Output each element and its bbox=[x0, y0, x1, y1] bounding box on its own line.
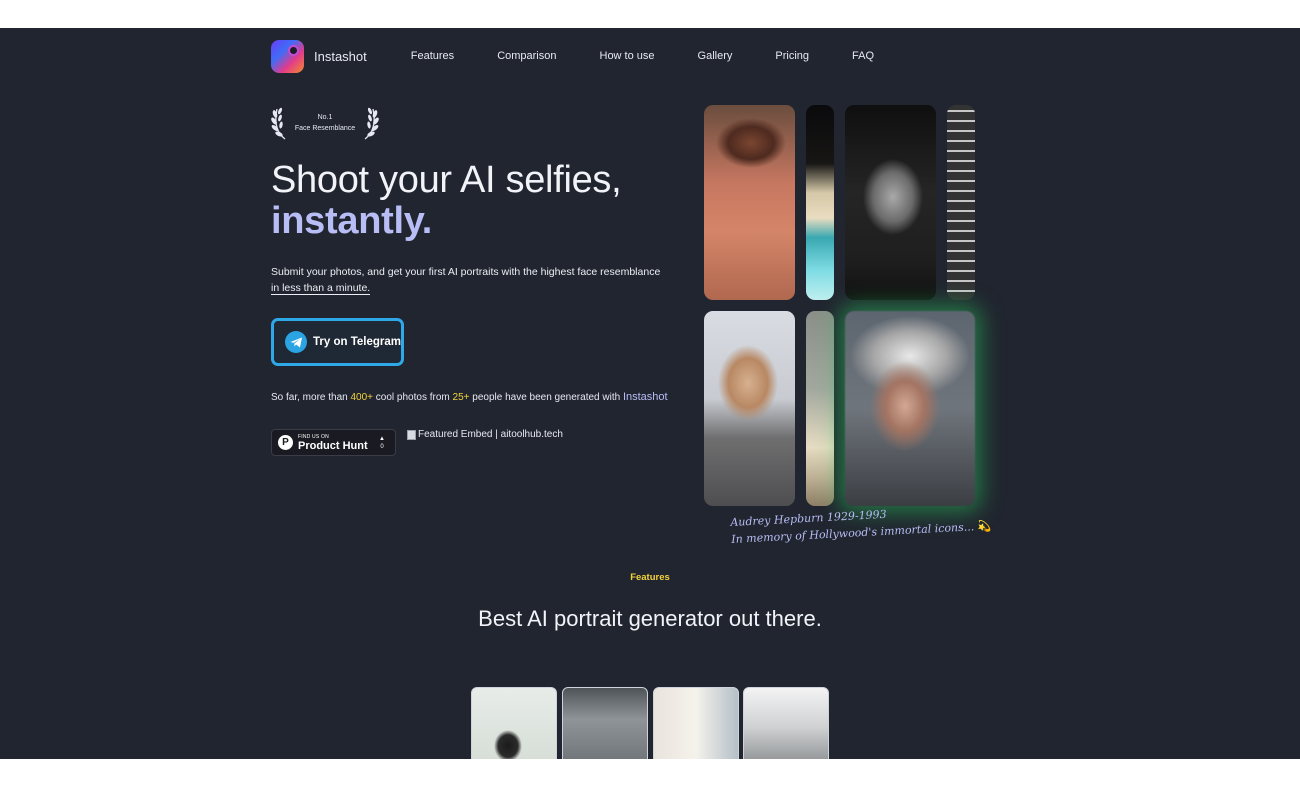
laurel-right-icon bbox=[364, 107, 379, 140]
brand-name[interactable]: Instashot bbox=[314, 49, 367, 64]
award-badge: No.1 Face Resemblance bbox=[271, 105, 379, 141]
features-tag: Features bbox=[630, 572, 670, 583]
telegram-icon bbox=[285, 331, 307, 353]
nav-link-faq[interactable]: FAQ bbox=[852, 50, 874, 62]
landing-page: Instashot Features Comparison How to use… bbox=[0, 28, 1300, 759]
camera-lens-icon bbox=[288, 44, 299, 56]
nav-link-pricing[interactable]: Pricing bbox=[775, 50, 809, 62]
product-hunt-text: FIND US ON Product Hunt bbox=[298, 434, 368, 452]
portrait-photo-1 bbox=[704, 105, 795, 300]
portrait-photo-3 bbox=[845, 105, 936, 300]
award-text: No.1 Face Resemblance bbox=[289, 112, 361, 134]
stats-people-count: 25+ bbox=[452, 392, 470, 403]
hero-headline-accent: instantly. bbox=[271, 200, 432, 242]
embed-alt-text: Featured Embed | aitoolhub.tech bbox=[418, 429, 563, 440]
generation-stats: So far, more than 400+ cool photos from … bbox=[271, 391, 668, 403]
stats-suffix: people have been generated with bbox=[469, 392, 623, 403]
stats-photos-count: 400+ bbox=[350, 392, 374, 403]
hero-subtitle-underlined: in less than a minute. bbox=[271, 282, 371, 295]
product-hunt-badge[interactable]: P FIND US ON Product Hunt ▲ 0 bbox=[271, 429, 396, 456]
nav-link-comparison[interactable]: Comparison bbox=[497, 50, 556, 62]
hero-headline-line1: Shoot your AI selfies, bbox=[271, 159, 622, 201]
feature-thumbnail-3 bbox=[653, 687, 739, 759]
upvote-arrow-icon: ▲ bbox=[379, 436, 385, 442]
nav-link-features[interactable]: Features bbox=[411, 50, 454, 62]
instashot-logo-icon[interactable] bbox=[271, 39, 304, 73]
portrait-photo-5 bbox=[704, 311, 795, 506]
memorial-caption: Audrey Hepburn 1929-1993 In memory of Ho… bbox=[730, 500, 992, 548]
hero-subtitle-text: Submit your photos, and get your first A… bbox=[271, 266, 661, 278]
award-rank: No.1 bbox=[317, 114, 333, 121]
features-title: Best AI portrait generator out there. bbox=[478, 606, 822, 631]
feature-thumbnail-2 bbox=[562, 687, 648, 759]
award-category: Face Resemblance bbox=[294, 125, 356, 132]
product-hunt-logo-icon: P bbox=[278, 435, 293, 450]
hero-subtitle: Submit your photos, and get your first A… bbox=[271, 264, 661, 296]
try-on-telegram-label: Try on Telegram bbox=[313, 336, 401, 348]
sparkle-icon: 💫 bbox=[977, 519, 992, 534]
portrait-photo-featured bbox=[845, 311, 975, 506]
feature-thumbnail-1 bbox=[471, 687, 557, 759]
laurel-left-icon bbox=[271, 107, 286, 140]
stats-mid: cool photos from bbox=[373, 392, 453, 403]
feature-thumbnail-4 bbox=[743, 687, 829, 759]
product-hunt-upvote: ▲ 0 bbox=[379, 435, 385, 451]
hero-headline: Shoot your AI selfies, instantly. bbox=[271, 159, 622, 242]
nav-link-gallery[interactable]: Gallery bbox=[698, 50, 733, 62]
stats-brand: Instashot bbox=[622, 391, 668, 403]
portrait-photo-2 bbox=[806, 105, 834, 300]
upvote-count: 0 bbox=[380, 444, 384, 450]
aitoolhub-featured-embed[interactable]: Featured Embed | aitoolhub.tech bbox=[407, 429, 563, 440]
nav-link-how-to-use[interactable]: How to use bbox=[600, 50, 655, 62]
product-hunt-name: Product Hunt bbox=[298, 439, 368, 452]
top-nav: Instashot Features Comparison How to use… bbox=[271, 39, 917, 73]
try-on-telegram-button[interactable]: Try on Telegram bbox=[271, 318, 404, 366]
stats-prefix: So far, more than bbox=[271, 392, 351, 403]
portrait-photo-6 bbox=[806, 311, 834, 506]
portrait-photo-4 bbox=[947, 105, 975, 300]
broken-image-icon bbox=[407, 429, 416, 440]
